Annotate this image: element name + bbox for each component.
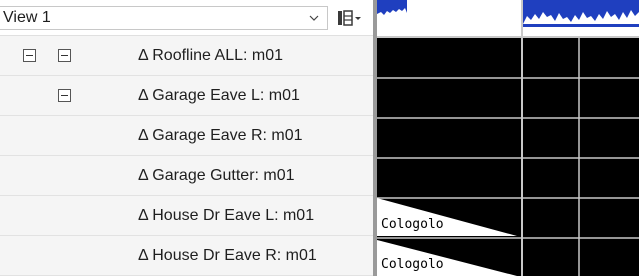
layout-button[interactable] [334,8,362,28]
wedge-overlay-text: Cologolo [381,217,444,232]
tree-row-label: Δ Roofline ALL: m01 [138,47,283,64]
collapse-icon[interactable] [58,89,71,102]
tree-row-label: Δ Garage Gutter: m01 [138,167,295,184]
tree-row-garage-eave-r[interactable]: Δ Garage Eave R: m01 [0,116,375,156]
wedge-overlay-text: Cologolo [381,257,444,272]
tree-row-roofline-all[interactable]: Δ Roofline ALL: m01 [0,36,375,76]
tree-row-house-dr-eave-r[interactable]: Δ House Dr Eave R: m01 [0,236,375,276]
view-select[interactable]: View 1 [0,6,328,30]
tree-panel: View 1 Δ Roofline ALL: m01 Δ Garage Eave… [0,0,375,276]
split-layout-icon [338,10,361,26]
tree-row-label: Δ Garage Eave R: m01 [138,127,303,144]
tree-row-label: Δ House Dr Eave L: m01 [138,207,315,224]
collapse-icon[interactable] [23,49,36,62]
tree-row-garage-gutter[interactable]: Δ Garage Gutter: m01 [0,156,375,196]
chevron-down-icon [309,15,319,21]
tree-row-house-dr-eave-l[interactable]: Δ House Dr Eave L: m01 [0,196,375,236]
tree-rows: Δ Roofline ALL: m01 Δ Garage Eave L: m01… [0,36,375,276]
collapse-icon[interactable] [58,49,71,62]
toolbar: View 1 [0,0,375,36]
tree-row-garage-eave-l[interactable]: Δ Garage Eave L: m01 [0,76,375,116]
view-select-value: View 1 [3,9,51,26]
tree-row-label: Δ Garage Eave L: m01 [138,87,300,104]
tree-row-label: Δ House Dr Eave R: m01 [138,247,317,264]
graph-panel: Cologolo Cologolo [377,0,639,276]
graph-canvas: Cologolo Cologolo [377,0,639,276]
